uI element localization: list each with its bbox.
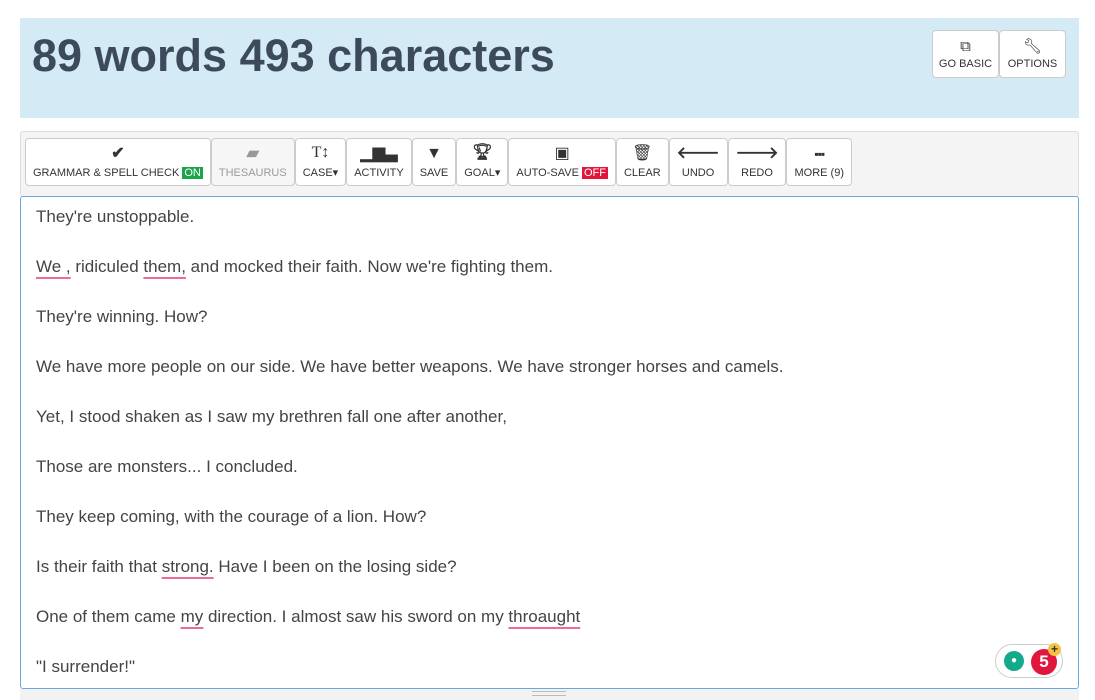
clear-label: CLEAR [623,166,661,179]
grammar-state-badge: ON [182,166,203,179]
goal-label: GOAL [464,167,495,179]
text-segment: They're unstoppable. [36,207,195,226]
undo-button[interactable]: 🡐 UNDO [668,138,728,186]
activity-button[interactable]: ▁▆▃ ACTIVITY [346,138,412,186]
go-basic-button[interactable]: ⧉ GO BASIC [932,30,999,78]
grammar-button[interactable]: ✔ GRAMMAR & SPELL CHECK ON [25,138,211,186]
text-line: "I surrender!" [36,657,135,677]
caret-down-icon: ▾ [494,167,501,179]
spelling-error[interactable]: my [181,607,204,626]
toolbar: ✔ GRAMMAR & SPELL CHECK ON ▰ THESAURUS T↕ C… [20,131,1079,197]
text-segment: They keep coming, with the courage of a … [36,507,427,526]
auto-save-state-badge: OFF [581,166,608,179]
text-line: They're unstoppable. [36,207,194,227]
file-download-icon: ▼ [426,144,442,162]
redo-button[interactable]: 🡒 REDO [727,138,787,186]
check-icon: ✔ [111,144,125,162]
more-button[interactable]: ▪▪▪ MORE (9) [786,138,852,186]
go-basic-label: GO BASIC [938,57,993,70]
grammar-assistant-badge[interactable]: ● 5 + [995,643,1063,678]
arrow-right-icon: 🡒 [735,144,779,162]
case-label: CASE [302,167,333,179]
text-height-icon: T↕ [311,144,330,161]
save-button[interactable]: ▼ SAVE [411,138,457,186]
text-segment: ridiculed [70,257,144,276]
case-button[interactable]: T↕ CASE▾ [294,138,347,186]
word-count-title: 89 words 493 characters [32,30,555,81]
clear-button[interactable]: 🗑︎ CLEAR [615,138,669,186]
text-segment: direction. I almost saw his sword on my [203,607,509,626]
auto-save-label: AUTO-SAVE [516,166,579,179]
activity-label: ACTIVITY [354,166,404,179]
text-segment: Is their faith that [36,557,162,576]
text-segment: One of them came [36,607,181,626]
wrench-icon: 🔧︎ [1022,37,1043,55]
text-line: We have more people on our side. We have… [36,357,783,377]
auto-save-button[interactable]: ▣ AUTO-SAVE OFF [508,138,616,186]
goal-button[interactable]: 🏆︎ GOAL▾ [456,138,509,186]
caret-down-icon: ▾ [332,167,339,179]
text-line: They keep coming, with the courage of a … [36,507,426,527]
text-line: They're winning. How? [36,307,207,327]
external-link-icon: ⧉ [960,37,971,55]
book-icon: ▰ [246,144,259,162]
text-line: Those are monsters... I concluded. [36,457,298,477]
grid-icon: ▪▪▪ [814,146,825,161]
text-line: Is their faith that strong. Have I been … [36,557,457,577]
undo-label: UNDO [681,166,715,179]
bar-chart-icon: ▁▆▃ [360,144,398,162]
options-button[interactable]: 🔧︎ OPTIONS [999,30,1066,78]
grip-icon [532,691,566,696]
more-label: MORE (9) [794,166,844,179]
text-line: We , ridiculed them, and mocked their fa… [36,257,553,277]
text-segment: Yet, I stood shaken as I saw my brethren… [36,407,507,426]
text-segment: Have I been on the losing side? [213,557,457,576]
trophy-icon: 🏆︎ [472,144,493,161]
text-segment: "I surrender!" [36,657,135,676]
spelling-error[interactable]: We , [36,257,71,276]
text-segment: and mocked their faith. Now we're fighti… [185,257,553,276]
floppy-disk-icon: ▣ [554,144,570,162]
plus-icon: + [1048,643,1061,656]
trash-icon: 🗑︎ [632,144,653,162]
thesaurus-button[interactable]: ▰ THESAURUS [210,138,295,186]
text-segment: Those are monsters... I concluded. [36,457,298,476]
resize-handle[interactable] [20,689,1079,700]
spelling-error[interactable]: strong. [162,557,214,576]
spelling-error[interactable]: throaught [508,607,580,626]
text-line: Yet, I stood shaken as I saw my brethren… [36,407,507,427]
thesaurus-label: THESAURUS [218,166,287,179]
redo-label: REDO [741,166,773,179]
text-segment: We have more people on our side. We have… [36,357,784,376]
lightbulb-icon: ● [1004,651,1024,671]
arrow-left-icon: 🡐 [676,144,720,162]
grammar-label: GRAMMAR & SPELL CHECK [33,166,180,179]
text-editor[interactable]: They're unstoppable. We , ridiculed them,… [20,196,1079,689]
header: 89 words 493 characters ⧉ GO BASIC 🔧︎ OPTI… [20,18,1079,118]
options-label: OPTIONS [1007,57,1058,70]
spelling-error[interactable]: them, [143,257,186,276]
text-segment: They're winning. How? [36,307,208,326]
text-line: One of them came my direction. I almost … [36,607,580,627]
save-label: SAVE [419,166,449,179]
